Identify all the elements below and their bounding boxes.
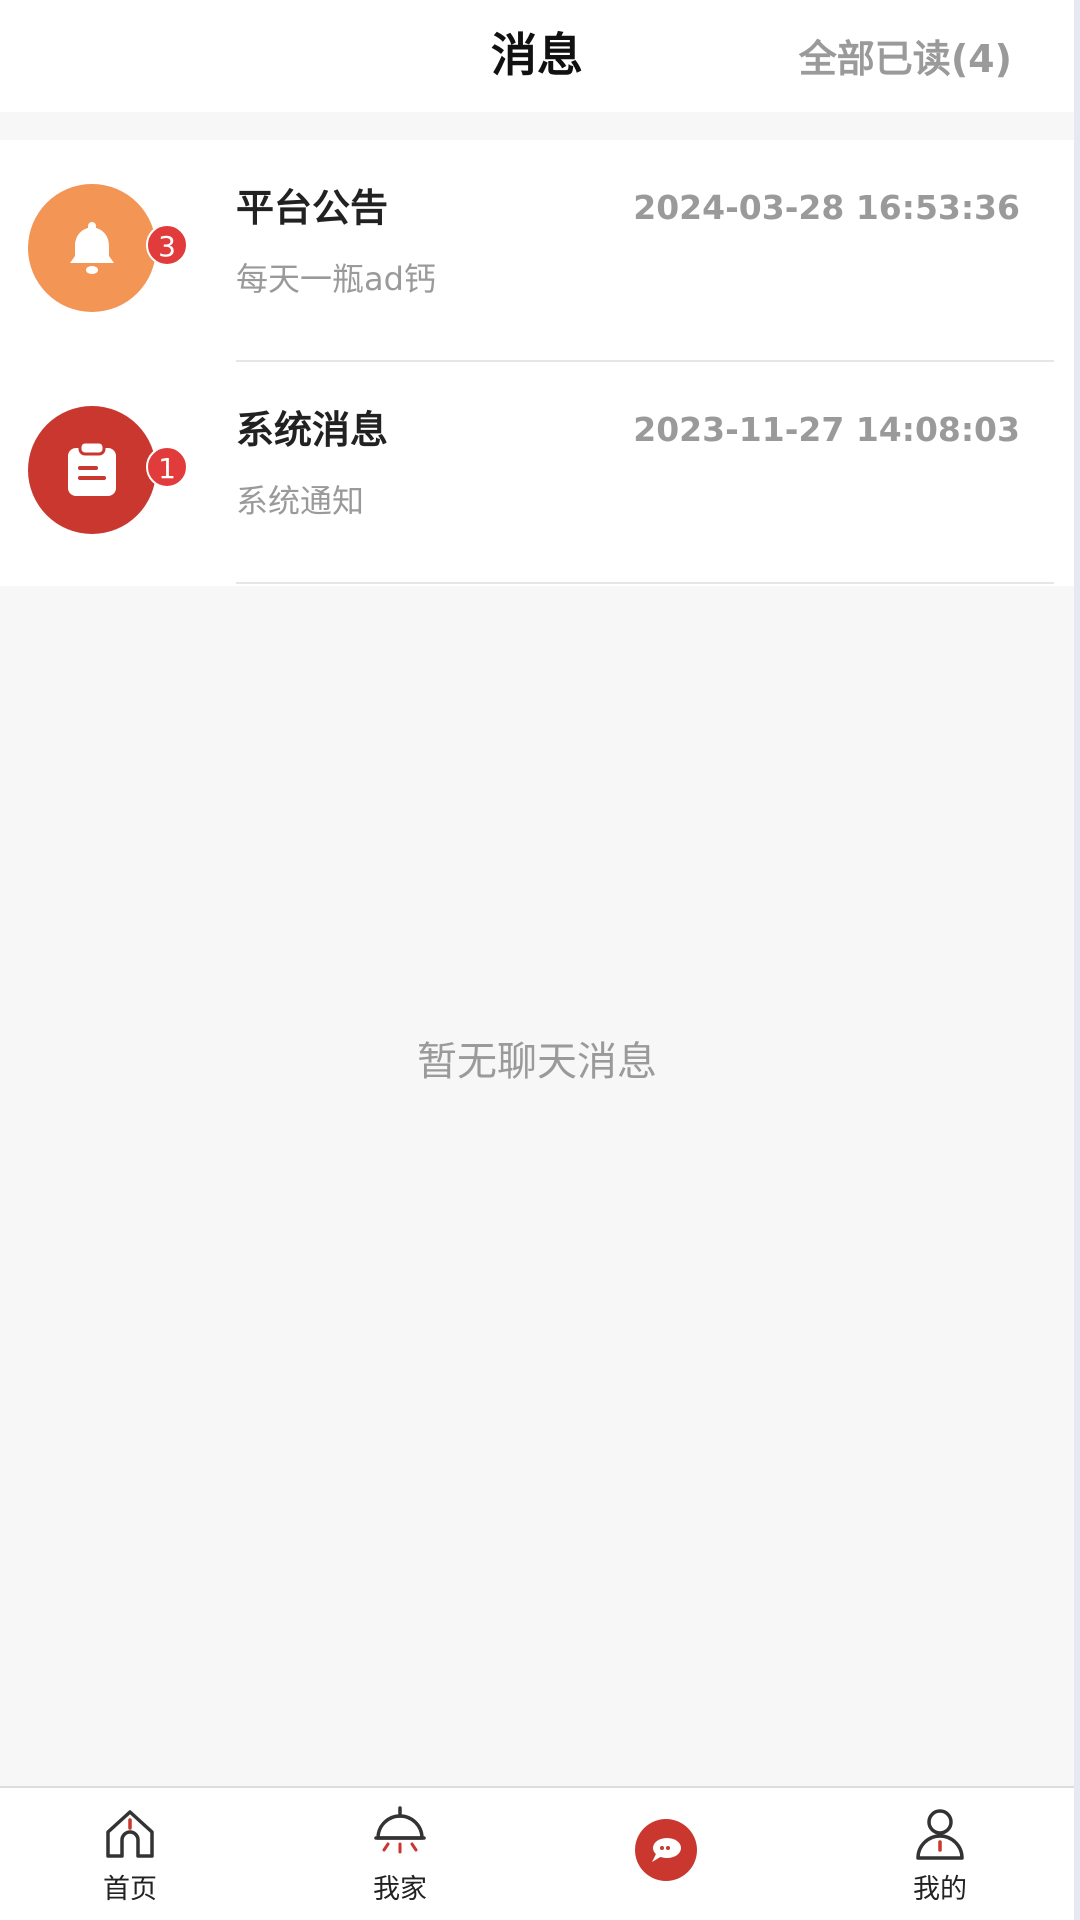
message-preview: 每天一瓶ad钙	[236, 260, 436, 298]
tab-messages[interactable]	[570, 1788, 770, 1920]
header: 消息 全部已读(4)	[0, 0, 1074, 112]
system-avatar: 1	[28, 406, 188, 534]
announcement-avatar: 3	[28, 184, 188, 312]
unread-badge: 3	[146, 224, 188, 266]
bell-icon	[70, 222, 114, 274]
tab-home[interactable]: 首页	[30, 1788, 230, 1920]
message-time: 2023-11-27 14:08:03	[633, 410, 1020, 449]
message-title: 系统消息	[236, 408, 389, 452]
empty-chat-text: 暂无聊天消息	[417, 1039, 657, 1085]
messages-page: 消息 全部已读(4) 3 平台公告 2024-03-28 16:53:36 每天…	[0, 0, 1074, 1920]
clipboard-icon	[68, 440, 116, 496]
message-time: 2024-03-28 16:53:36	[633, 188, 1020, 227]
message-item-system[interactable]: 1 系统消息 2023-11-27 14:08:03 系统通知	[0, 362, 1074, 584]
tab-label: 首页	[103, 1874, 157, 1905]
home-icon	[106, 1810, 154, 1858]
tab-profile[interactable]: 我的	[840, 1788, 1040, 1920]
user-icon	[916, 1809, 964, 1860]
divider	[236, 582, 1054, 584]
message-title: 平台公告	[236, 186, 389, 230]
message-preview: 系统通知	[236, 482, 365, 520]
unread-badge: 1	[146, 446, 188, 488]
tab-my-home[interactable]: 我家	[300, 1788, 500, 1920]
mark-all-read-label: 全部已读	[798, 37, 951, 81]
lamp-icon	[374, 1806, 426, 1854]
tab-label: 我家	[373, 1874, 427, 1905]
window-edge	[1074, 0, 1080, 1920]
mark-all-read-button[interactable]: 全部已读(4)	[799, 26, 1012, 92]
bottom-tab-bar: 首页 我家 我的	[0, 1786, 1074, 1920]
message-list: 3 平台公告 2024-03-28 16:53:36 每天一瓶ad钙 1 系统消…	[0, 140, 1074, 586]
unread-count: (4)	[950, 37, 1012, 81]
tab-label: 我的	[913, 1874, 967, 1905]
tab-label	[570, 1870, 770, 1910]
message-item-platform-announcement[interactable]: 3 平台公告 2024-03-28 16:53:36 每天一瓶ad钙	[0, 140, 1074, 362]
